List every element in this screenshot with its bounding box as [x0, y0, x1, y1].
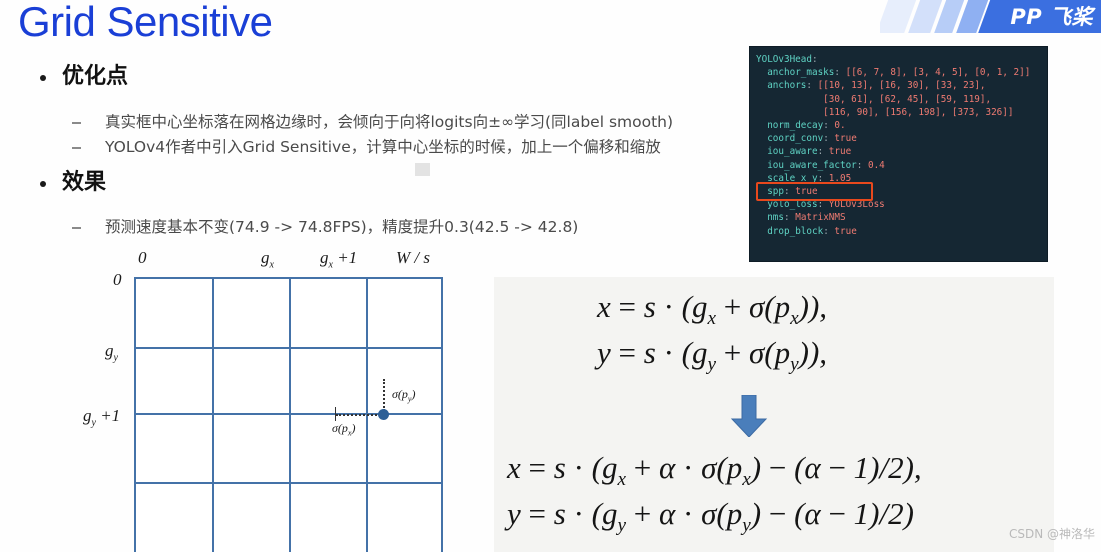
grid-hline [136, 482, 441, 484]
list-item: 真实框中心坐标落在网格边缘时，会倾向于向将logits向±∞学习(同label … [72, 111, 673, 133]
list-item-label: YOLOv4作者中引入Grid Sensitive，计算中心坐标的时候，加上一个… [105, 138, 661, 156]
dash-bullet-icon [72, 147, 81, 149]
sigma-py-label: σ(py) [392, 387, 416, 404]
list-item-label: 真实框中心坐标落在网格边缘时，会倾向于向将logits向±∞学习(同label … [105, 113, 674, 131]
paddlepaddle-logo: PP 飞桨 [1010, 5, 1093, 29]
grid-left-label-gy: gy [105, 341, 118, 364]
list-item-label: 预测速度基本不变(74.9 -> 74.8FPS)，精度提升0.3(42.5 -… [105, 218, 579, 236]
dash-bullet-icon [72, 122, 81, 124]
slide-canvas: PP 飞桨 Grid Sensitive 优化点 真实框中心坐标落在网格边缘时，… [0, 0, 1101, 552]
section-heading-optimization: 优化点 [40, 62, 128, 92]
grid-top-label-0: 0 [138, 248, 147, 267]
render-artifact [415, 163, 430, 176]
sigma-px-label: σ(px) [332, 421, 356, 438]
list-item: YOLOv4作者中引入Grid Sensitive，计算中心坐标的时候，加上一个… [72, 136, 661, 158]
grid-hline [136, 347, 441, 349]
formula-after-x: x = s · (gx + α · σ(px) − (α − 1)/2), [507, 450, 922, 491]
list-item: 预测速度基本不变(74.9 -> 74.8FPS)，精度提升0.3(42.5 -… [72, 216, 578, 238]
grid-vline [212, 279, 214, 552]
grid-hline [136, 413, 441, 415]
page-title: Grid Sensitive [18, 0, 273, 45]
center-point-marker [378, 409, 389, 420]
sigma-px-leader-line [336, 414, 384, 416]
code-content: YOLOv3Head: anchor_masks: [[6, 7, 8], [3… [756, 54, 1031, 237]
grid-top-label-gx1: gx +1 [320, 248, 358, 271]
bullet-dot-icon [40, 181, 46, 187]
down-arrow-icon [730, 395, 768, 437]
sigma-py-leader-line [383, 379, 385, 411]
grid-vline [289, 279, 291, 552]
grid-cells: σ(py) σ(px) [134, 277, 443, 552]
formula-panel: x = s · (gx + σ(px)), y = s · (gy + σ(py… [494, 277, 1054, 552]
sigma-px-tick [335, 407, 336, 421]
grid-left-label-0: 0 [113, 270, 122, 289]
yaml-config-code-block: YOLOv3Head: anchor_masks: [[6, 7, 8], [3… [749, 46, 1048, 262]
formula-before-y: y = s · (gy + σ(py)), [597, 335, 828, 376]
grid-left-label-gy1: gy +1 [83, 406, 121, 429]
section-heading-effect: 效果 [40, 168, 106, 198]
bullet-dot-icon [40, 75, 46, 81]
section-heading-label: 效果 [62, 170, 107, 195]
section-heading-label: 优化点 [62, 64, 129, 89]
formula-after-y: y = s · (gy + α · σ(py) − (α − 1)/2) [507, 496, 914, 537]
grid-top-label-ws: W / s [396, 248, 430, 267]
grid-top-label-gx: gx [261, 248, 274, 271]
formula-before-x: x = s · (gx + σ(px)), [597, 289, 828, 330]
brand-banner: PP 飞桨 [880, 0, 1101, 33]
dash-bullet-icon [72, 227, 81, 229]
grid-diagram: 0 gx gx +1 W / s 0 gy gy +1 σ(py) σ(px) [75, 246, 475, 552]
watermark: CSDN @神洛华 [1008, 527, 1095, 541]
